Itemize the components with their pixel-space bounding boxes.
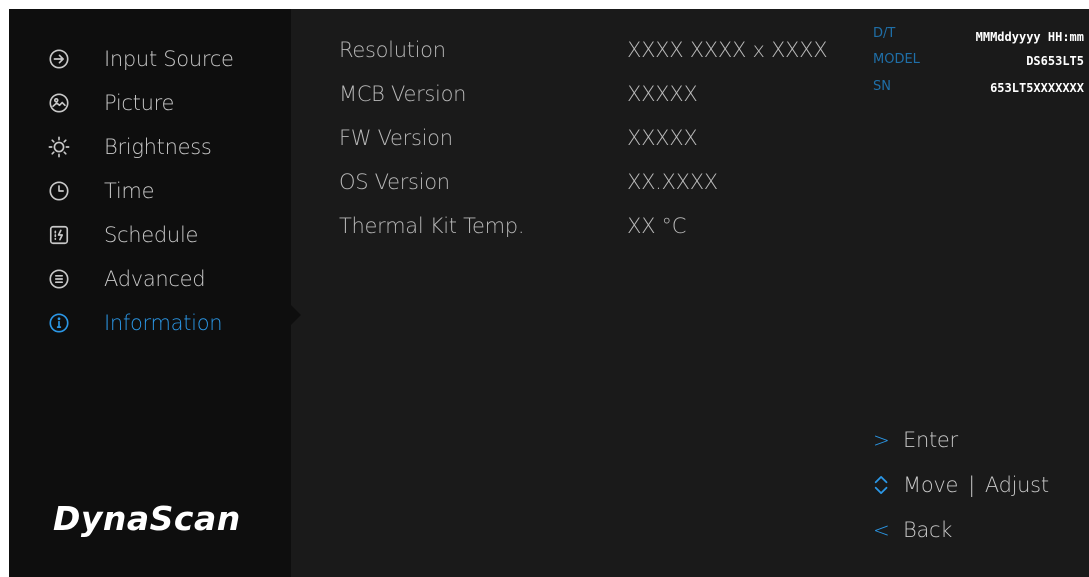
- sidebar-item-label: Information: [104, 311, 223, 335]
- sidebar-item-picture[interactable]: Picture: [47, 85, 174, 121]
- sidebar-item-input-source[interactable]: Input Source: [47, 41, 234, 77]
- info-label-resolution: Resolution: [339, 38, 446, 62]
- meta-dt-value: MMMddyyyy HH:mm: [975, 30, 1084, 44]
- meta-model-value: DS653LT5: [1026, 54, 1084, 68]
- picture-icon: [47, 91, 71, 115]
- info-value-mcb-version: XXXXX: [627, 82, 698, 106]
- info-value-resolution: XXXX XXXX x XXXX: [627, 38, 828, 62]
- nav-hint-move-adjust: Move | Adjust: [873, 473, 1049, 497]
- chevron-right-icon: >: [873, 428, 890, 452]
- info-label-mcb-version: MCB Version: [339, 82, 467, 106]
- chevron-up-down-icon: [873, 473, 903, 497]
- meta-sn-key: SN: [873, 79, 891, 94]
- sidebar-item-advanced[interactable]: Advanced: [47, 261, 206, 297]
- info-value-os-version: XX.XXXX: [627, 170, 718, 194]
- active-item-pointer: [291, 305, 301, 325]
- info-icon: [47, 311, 71, 335]
- nav-hint-enter: > Enter: [873, 428, 958, 452]
- sidebar-item-schedule[interactable]: Schedule: [47, 217, 198, 253]
- meta-model-key: MODEL: [873, 52, 920, 67]
- nav-back-label: Back: [903, 518, 953, 542]
- sidebar-item-label: Brightness: [104, 135, 212, 159]
- clock-icon: [47, 179, 71, 203]
- nav-adjust-label: Adjust: [984, 473, 1049, 497]
- sidebar: Input Source Picture Brightness Time Sch: [9, 9, 291, 577]
- info-label-thermal-kit-temp: Thermal Kit Temp.: [339, 214, 525, 238]
- info-label-os-version: OS Version: [339, 170, 450, 194]
- info-value-fw-version: XXXXX: [627, 126, 698, 150]
- nav-enter-label: Enter: [903, 428, 958, 452]
- brightness-icon: [47, 135, 71, 159]
- chevron-left-icon: <: [873, 518, 890, 542]
- sidebar-item-information[interactable]: Information: [47, 305, 223, 341]
- nav-move-label: Move: [903, 473, 959, 497]
- meta-sn-value: 653LT5XXXXXXX: [990, 81, 1084, 95]
- info-label-fw-version: FW Version: [339, 126, 453, 150]
- info-value-thermal-kit-temp: XX °C: [627, 214, 687, 238]
- sidebar-item-label: Time: [104, 179, 155, 203]
- schedule-icon: [47, 223, 71, 247]
- nav-hint-back: < Back: [873, 518, 952, 542]
- sidebar-item-time[interactable]: Time: [47, 173, 155, 209]
- input-source-icon: [47, 47, 71, 71]
- meta-dt-key: D/T: [873, 26, 896, 41]
- osd-menu: Input Source Picture Brightness Time Sch: [9, 9, 1089, 577]
- sidebar-item-brightness[interactable]: Brightness: [47, 129, 212, 165]
- nav-separator: |: [968, 473, 975, 497]
- sidebar-item-label: Input Source: [104, 47, 234, 71]
- sidebar-item-label: Picture: [104, 91, 175, 115]
- sidebar-item-label: Advanced: [104, 267, 206, 291]
- sidebar-item-label: Schedule: [104, 223, 199, 247]
- advanced-icon: [47, 267, 71, 291]
- dynascan-logo: DynaScan: [53, 499, 241, 538]
